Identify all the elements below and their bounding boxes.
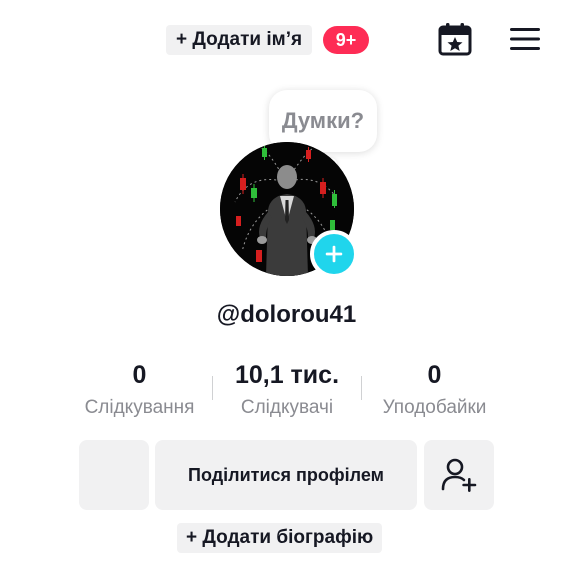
username: @dolorou41 xyxy=(216,301,357,328)
add-bio-button[interactable]: + Додати біографію xyxy=(177,523,383,553)
hamburger-menu-icon[interactable] xyxy=(508,24,542,54)
share-profile-button[interactable]: Поділитися профілем xyxy=(155,440,417,510)
badge-count: 9+ xyxy=(335,29,357,50)
notification-badge[interactable]: 9+ xyxy=(323,26,369,54)
share-profile-label: Поділитися профілем xyxy=(188,464,384,485)
add-user-icon xyxy=(441,458,477,492)
empty-action-button[interactable] xyxy=(79,440,149,510)
stat-likes-value: 0 xyxy=(427,361,442,389)
add-friend-button[interactable] xyxy=(424,440,494,510)
stat-following-value: 0 xyxy=(132,361,147,389)
stat-followers-value: 10,1 тис. xyxy=(234,361,340,389)
calendar-star-icon[interactable] xyxy=(437,21,473,57)
stat-followers-label: Слідкувачі xyxy=(240,397,334,418)
plus-icon xyxy=(325,245,343,263)
stat-following-label: Слідкування xyxy=(84,397,195,418)
add-name-button[interactable]: + Додати ім’я xyxy=(166,25,313,55)
add-bio-label: + Додати біографію xyxy=(186,527,374,548)
stat-divider xyxy=(212,376,213,400)
profile-page: + Додати ім’я 9+ Думки? @dolorou41 0 Слі… xyxy=(0,0,573,566)
stat-likes-label: Уподобайки xyxy=(382,397,487,418)
stat-followers[interactable]: 10,1 тис. Слідкувачі xyxy=(226,360,348,420)
add-name-label: + Додати ім’я xyxy=(176,29,303,50)
stat-divider xyxy=(361,376,362,400)
thought-bubble-label: Думки? xyxy=(281,108,365,133)
add-avatar-button[interactable] xyxy=(310,230,358,278)
stat-following[interactable]: 0 Слідкування xyxy=(79,360,200,420)
stat-likes[interactable]: 0 Уподобайки xyxy=(374,360,495,420)
